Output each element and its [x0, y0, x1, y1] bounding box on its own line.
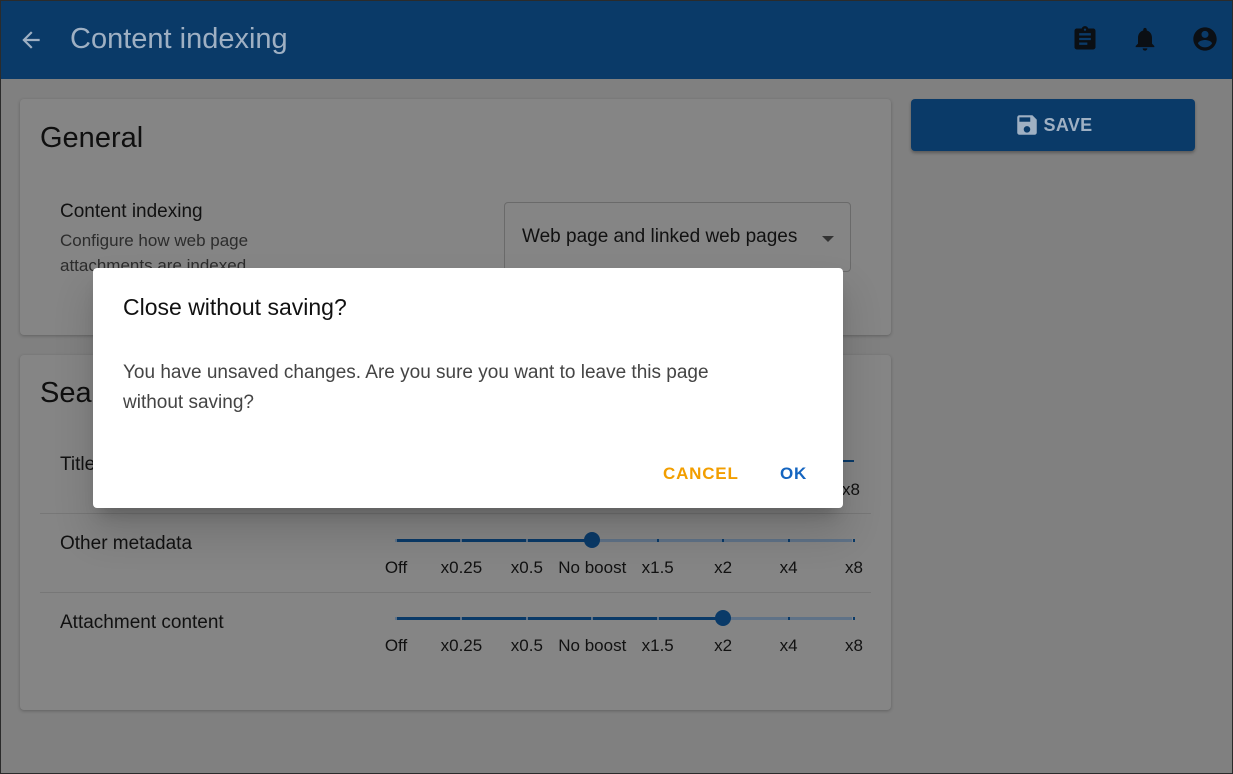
account-circle-icon[interactable]	[1191, 25, 1219, 53]
other-metadata-slider[interactable]: Off x0.25 x0.5 No boost x1.5 x2 x4 x8	[385, 532, 863, 579]
slider-tick	[395, 617, 397, 620]
content-indexing-selected-value: Web page and linked web pages	[522, 226, 798, 247]
slider-mark-label: x2	[714, 558, 733, 577]
slider-mark-label: No boost	[558, 558, 627, 577]
app-bar: Content indexing	[0, 0, 1233, 79]
slider-mark-label: x0.25	[440, 636, 483, 655]
slider-thumb[interactable]	[715, 610, 732, 626]
slider-track-active	[396, 617, 724, 620]
content-indexing-label: Content indexing	[60, 201, 203, 222]
slider-mark-label: x0.5	[510, 558, 543, 577]
slider-mark-label: x1.5	[641, 558, 674, 577]
ok-button[interactable]: OK	[780, 464, 807, 484]
row-divider	[40, 592, 871, 593]
slider-mark-label: x4	[779, 558, 798, 577]
save-button[interactable]: SAVE	[911, 99, 1195, 151]
attachment-content-slider[interactable]: Off x0.25 x0.5 No boost x1.5 x2 x4 x8	[385, 610, 863, 657]
bell-icon[interactable]	[1131, 25, 1159, 53]
slider-tick	[591, 617, 594, 620]
slider-tick	[460, 539, 463, 542]
slider-tick	[656, 617, 659, 620]
content-indexing-description-line1: Configure how web page	[60, 231, 249, 250]
row-divider	[40, 513, 871, 514]
slider-mark-label: x0.5	[510, 636, 543, 655]
slider-mark-label: x4	[779, 636, 798, 655]
slider-mark-label: x1.5	[641, 636, 674, 655]
slider-tick	[853, 539, 855, 542]
attachment-content-label: Attachment content	[60, 612, 224, 633]
slider-tick	[525, 617, 528, 620]
page-title: Content indexing	[70, 23, 288, 55]
slider-tick	[656, 539, 659, 542]
slider-tick	[722, 539, 725, 542]
general-heading: General	[40, 122, 144, 154]
arrow-back-icon[interactable]	[18, 27, 44, 53]
slider-track-active	[396, 539, 593, 542]
slider-mark-label: x8	[845, 558, 863, 577]
floppy-disk-icon	[1016, 115, 1037, 135]
other-metadata-label: Other metadata	[60, 533, 193, 554]
content-indexing-select[interactable]: Web page and linked web pages	[504, 202, 851, 272]
slider-tick	[395, 539, 397, 542]
slider-mark-label: x8	[845, 636, 863, 655]
dropdown-caret-icon	[822, 236, 834, 242]
unsaved-changes-dialog: Close without saving? You have unsaved c…	[93, 268, 843, 508]
slider-mark-label: Off	[384, 558, 408, 577]
slider-tick	[853, 617, 855, 620]
dialog-message: You have unsaved changes. Are you sure y…	[123, 362, 709, 413]
clipboard-icon[interactable]	[1071, 25, 1099, 53]
slider-tick	[787, 617, 790, 620]
slider-thumb[interactable]	[584, 532, 601, 548]
slider-mark-label: x2	[714, 636, 733, 655]
title-boost-label: Title	[60, 454, 96, 475]
slider-tick	[787, 539, 790, 542]
slider-mark-label: Off	[384, 636, 408, 655]
cancel-button[interactable]: CANCEL	[663, 464, 739, 484]
slider-mark-label: No boost	[558, 636, 627, 655]
save-button-label: SAVE	[1043, 114, 1093, 135]
slider-tick	[460, 617, 463, 620]
slider-tick	[525, 539, 528, 542]
title-boost-mark-x8: x8	[842, 480, 860, 499]
slider-mark-label: x0.25	[440, 558, 483, 577]
dialog-title: Close without saving?	[123, 294, 347, 320]
